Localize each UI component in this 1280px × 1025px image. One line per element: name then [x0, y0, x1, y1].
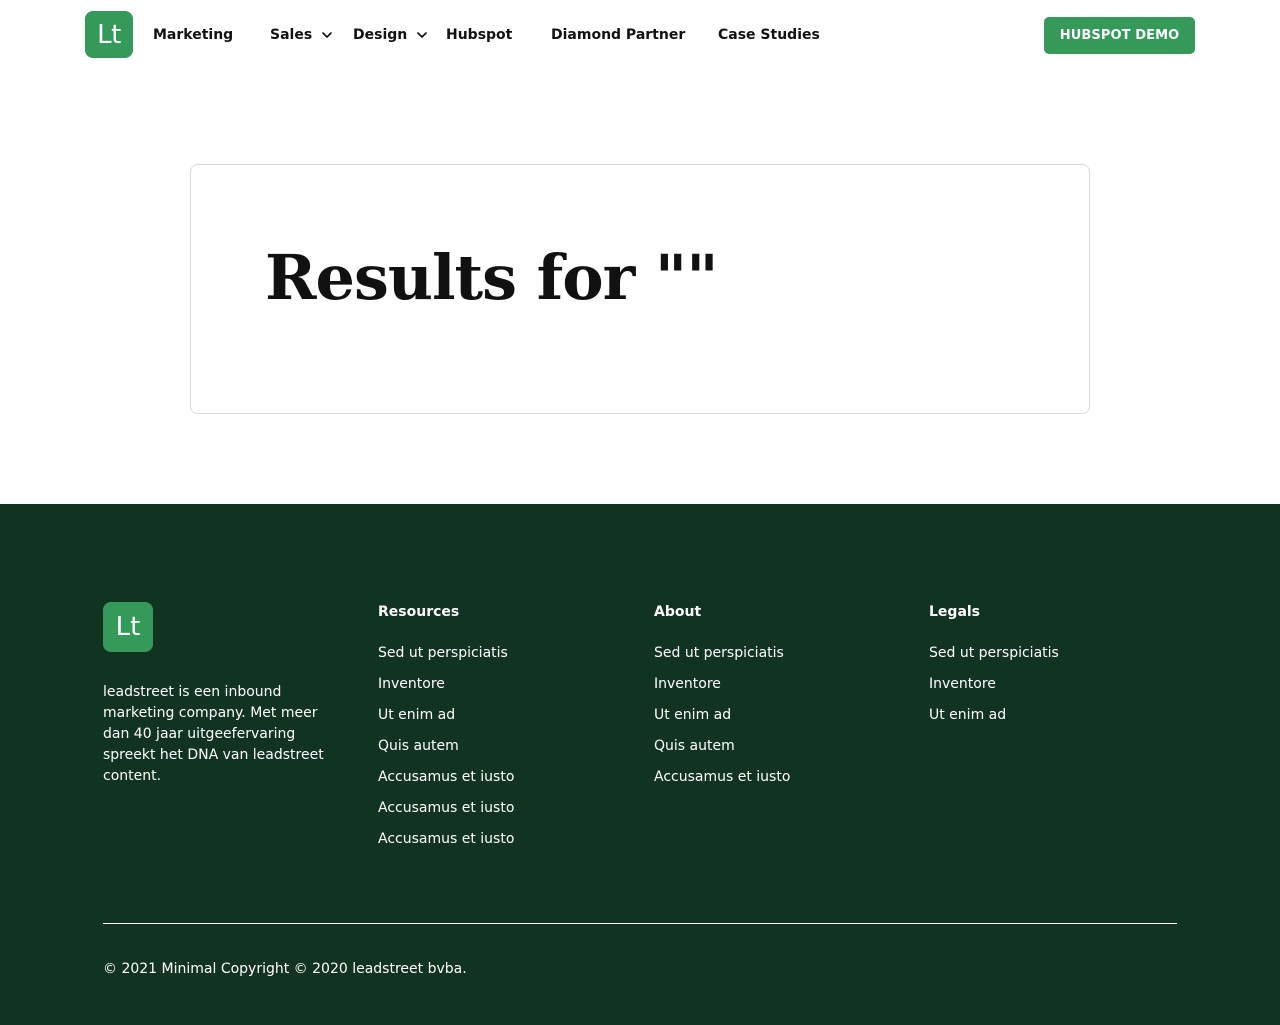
- nav-item-marketing[interactable]: Marketing: [153, 25, 233, 45]
- footer-column-resources: Resources Sed ut perspiciatis Inventore …: [378, 603, 638, 860]
- footer-column-legals: Legals Sed ut perspiciatis Inventore Ut …: [929, 603, 1189, 736]
- footer-about-text: leadstreet is een inbound marketing comp…: [103, 684, 324, 784]
- hubspot-demo-button[interactable]: HUBSPOT DEMO: [1044, 17, 1195, 54]
- nav-label: Diamond Partner: [551, 27, 686, 43]
- footer-column-title: Legals: [929, 604, 981, 620]
- nav-item-case-studies[interactable]: Case Studies: [718, 25, 820, 45]
- footer-logo[interactable]: Lt: [103, 602, 153, 652]
- nav-label: Hubspot: [446, 27, 513, 43]
- footer-link[interactable]: Accusamus et iusto: [378, 798, 638, 829]
- nav-label: Marketing: [153, 27, 234, 43]
- site-footer: Lt leadstreet is een inbound marketing c…: [0, 504, 1280, 1025]
- nav-label: Case Studies: [718, 27, 820, 43]
- nav-label: Design: [353, 27, 408, 43]
- footer-link[interactable]: Ut enim ad: [929, 705, 1189, 736]
- chevron-down-icon: [416, 29, 428, 41]
- footer-link[interactable]: Quis autem: [378, 736, 638, 767]
- nav-item-hubspot[interactable]: Hubspot: [446, 25, 512, 45]
- nav-item-design[interactable]: Design: [353, 25, 428, 45]
- results-heading: Results for "": [265, 241, 719, 314]
- footer-column-about: About Sed ut perspiciatis Inventore Ut e…: [654, 603, 914, 798]
- results-card: Results for "": [190, 164, 1090, 414]
- footer-link[interactable]: Ut enim ad: [654, 705, 914, 736]
- footer-link[interactable]: Sed ut perspiciatis: [929, 643, 1189, 674]
- nav-item-diamond-partner[interactable]: Diamond Partner: [551, 25, 685, 45]
- footer-link[interactable]: Sed ut perspiciatis: [378, 643, 638, 674]
- footer-link[interactable]: Inventore: [929, 674, 1189, 705]
- footer-link[interactable]: Quis autem: [654, 736, 914, 767]
- footer-column-title: Resources: [378, 604, 460, 620]
- nav-label: Sales: [270, 27, 313, 43]
- chevron-down-icon: [321, 29, 333, 41]
- site-header: Lt Marketing Sales Design Hubspot Diamon…: [0, 0, 1280, 70]
- footer-link[interactable]: Inventore: [378, 674, 638, 705]
- nav-item-sales[interactable]: Sales: [270, 25, 333, 45]
- footer-link[interactable]: Ut enim ad: [378, 705, 638, 736]
- footer-link[interactable]: Inventore: [654, 674, 914, 705]
- footer-link[interactable]: Accusamus et iusto: [654, 767, 914, 798]
- footer-divider: [103, 923, 1177, 924]
- footer-link[interactable]: Accusamus et iusto: [378, 829, 638, 860]
- footer-link[interactable]: Accusamus et iusto: [378, 767, 638, 798]
- footer-copyright: © 2021 Minimal Copyright © 2020 leadstre…: [103, 961, 467, 977]
- footer-link[interactable]: Sed ut perspiciatis: [654, 643, 914, 674]
- footer-column-title: About: [654, 604, 702, 620]
- brand-logo[interactable]: Lt: [85, 11, 133, 58]
